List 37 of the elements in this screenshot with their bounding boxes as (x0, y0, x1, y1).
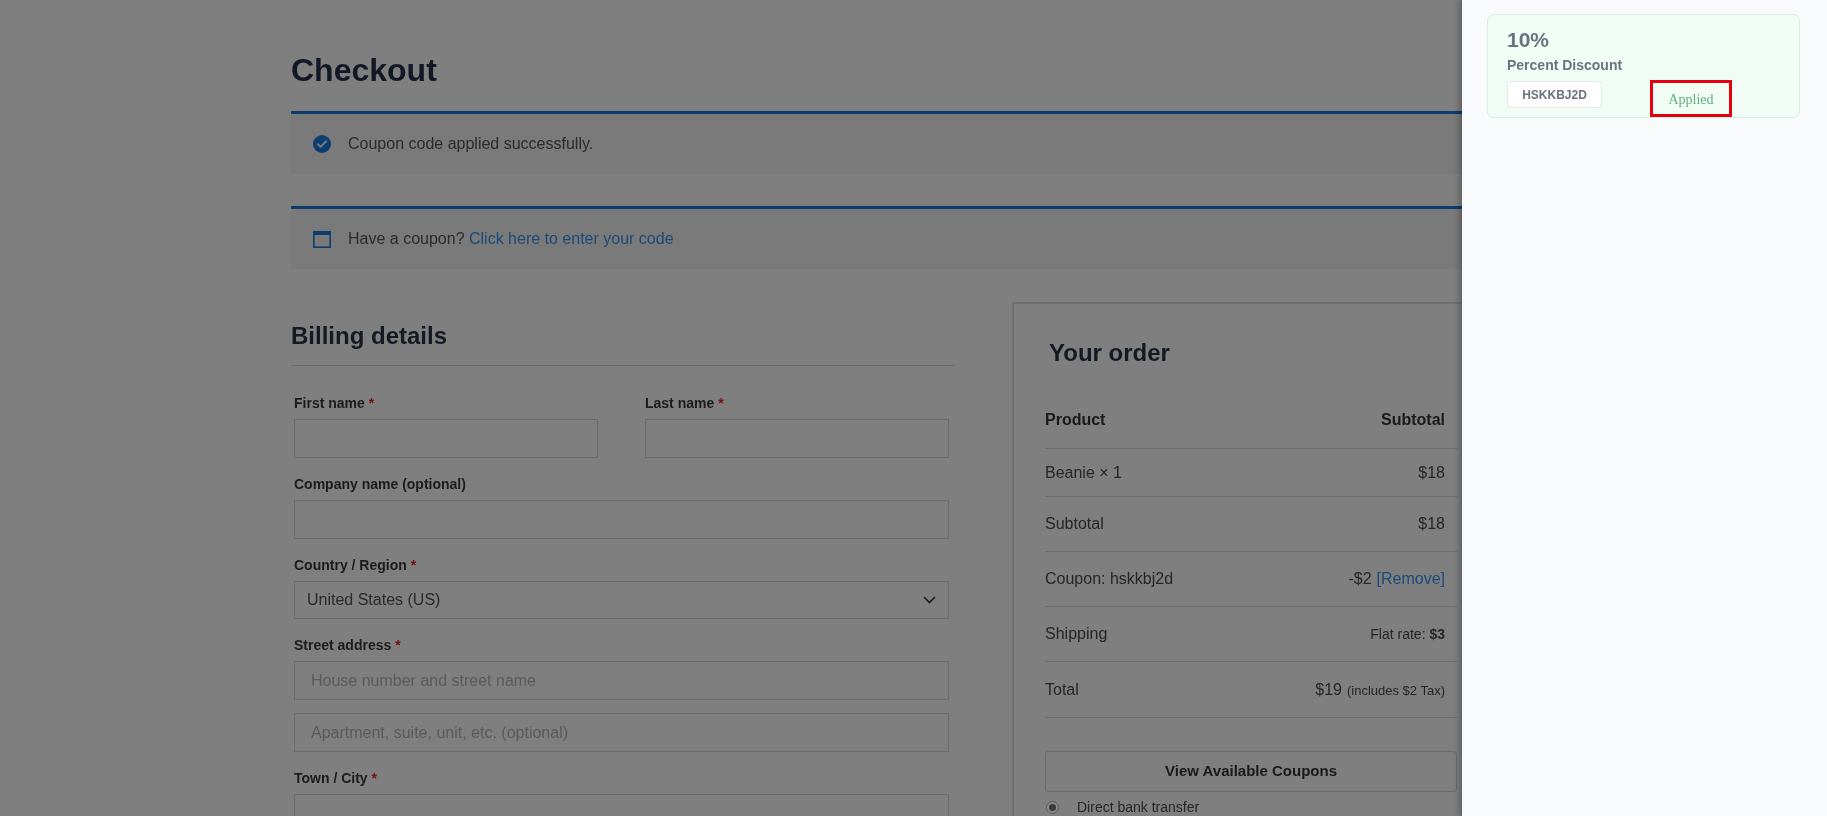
view-coupons-button[interactable]: View Available Coupons (1045, 751, 1457, 792)
radio-button[interactable] (1046, 800, 1059, 814)
field-label: Company name (optional) (294, 475, 466, 494)
field-label: First name * (294, 394, 375, 413)
notice-text: Have a coupon? Click here to enter your code (348, 229, 674, 249)
enter-code-link[interactable]: Click here to enter your code (469, 230, 674, 247)
chevron-down-icon (923, 596, 936, 604)
row-value: Flat rate: $3 (1370, 624, 1445, 644)
field-label: Street address * (294, 636, 401, 655)
page-title: Checkout (291, 51, 437, 90)
discount-type: Percent Discount (1507, 56, 1623, 74)
applied-status: Applied (1668, 91, 1714, 109)
country-select[interactable]: United States (US) (294, 581, 949, 619)
column-header: Subtotal (1381, 409, 1445, 430)
row-label: Shipping (1045, 624, 1108, 644)
field-label: Country / Region * (294, 556, 417, 575)
section-heading: Your order (1049, 338, 1170, 368)
row-label: Beanie × 1 (1045, 462, 1122, 483)
discount-amount: 10% (1507, 27, 1550, 53)
row-value: $18 (1418, 514, 1445, 534)
row-label: Coupon: hskkbj2d (1045, 569, 1174, 589)
check-circle-icon (313, 135, 331, 153)
window-icon (313, 230, 331, 248)
row-label: Total (1045, 679, 1079, 700)
payment-method-label: Direct bank transfer (1077, 799, 1200, 815)
row-value: $19 (1315, 679, 1342, 700)
field-label: Town / City * (294, 769, 377, 788)
coupon-code: HSKKBJ2D (1507, 81, 1602, 108)
section-heading: Billing details (291, 321, 448, 351)
remove-link[interactable]: [Remove] (1376, 567, 1445, 591)
row-value: -$2 (1348, 569, 1372, 589)
field-label: Last name * (645, 394, 724, 413)
row-value: $18 (1418, 462, 1445, 483)
tax-note: (includes $2 Tax) (1346, 681, 1445, 700)
notice-text: Coupon code applied successfully. (348, 134, 594, 154)
row-label: Subtotal (1045, 514, 1104, 534)
column-header: Product (1045, 409, 1106, 430)
